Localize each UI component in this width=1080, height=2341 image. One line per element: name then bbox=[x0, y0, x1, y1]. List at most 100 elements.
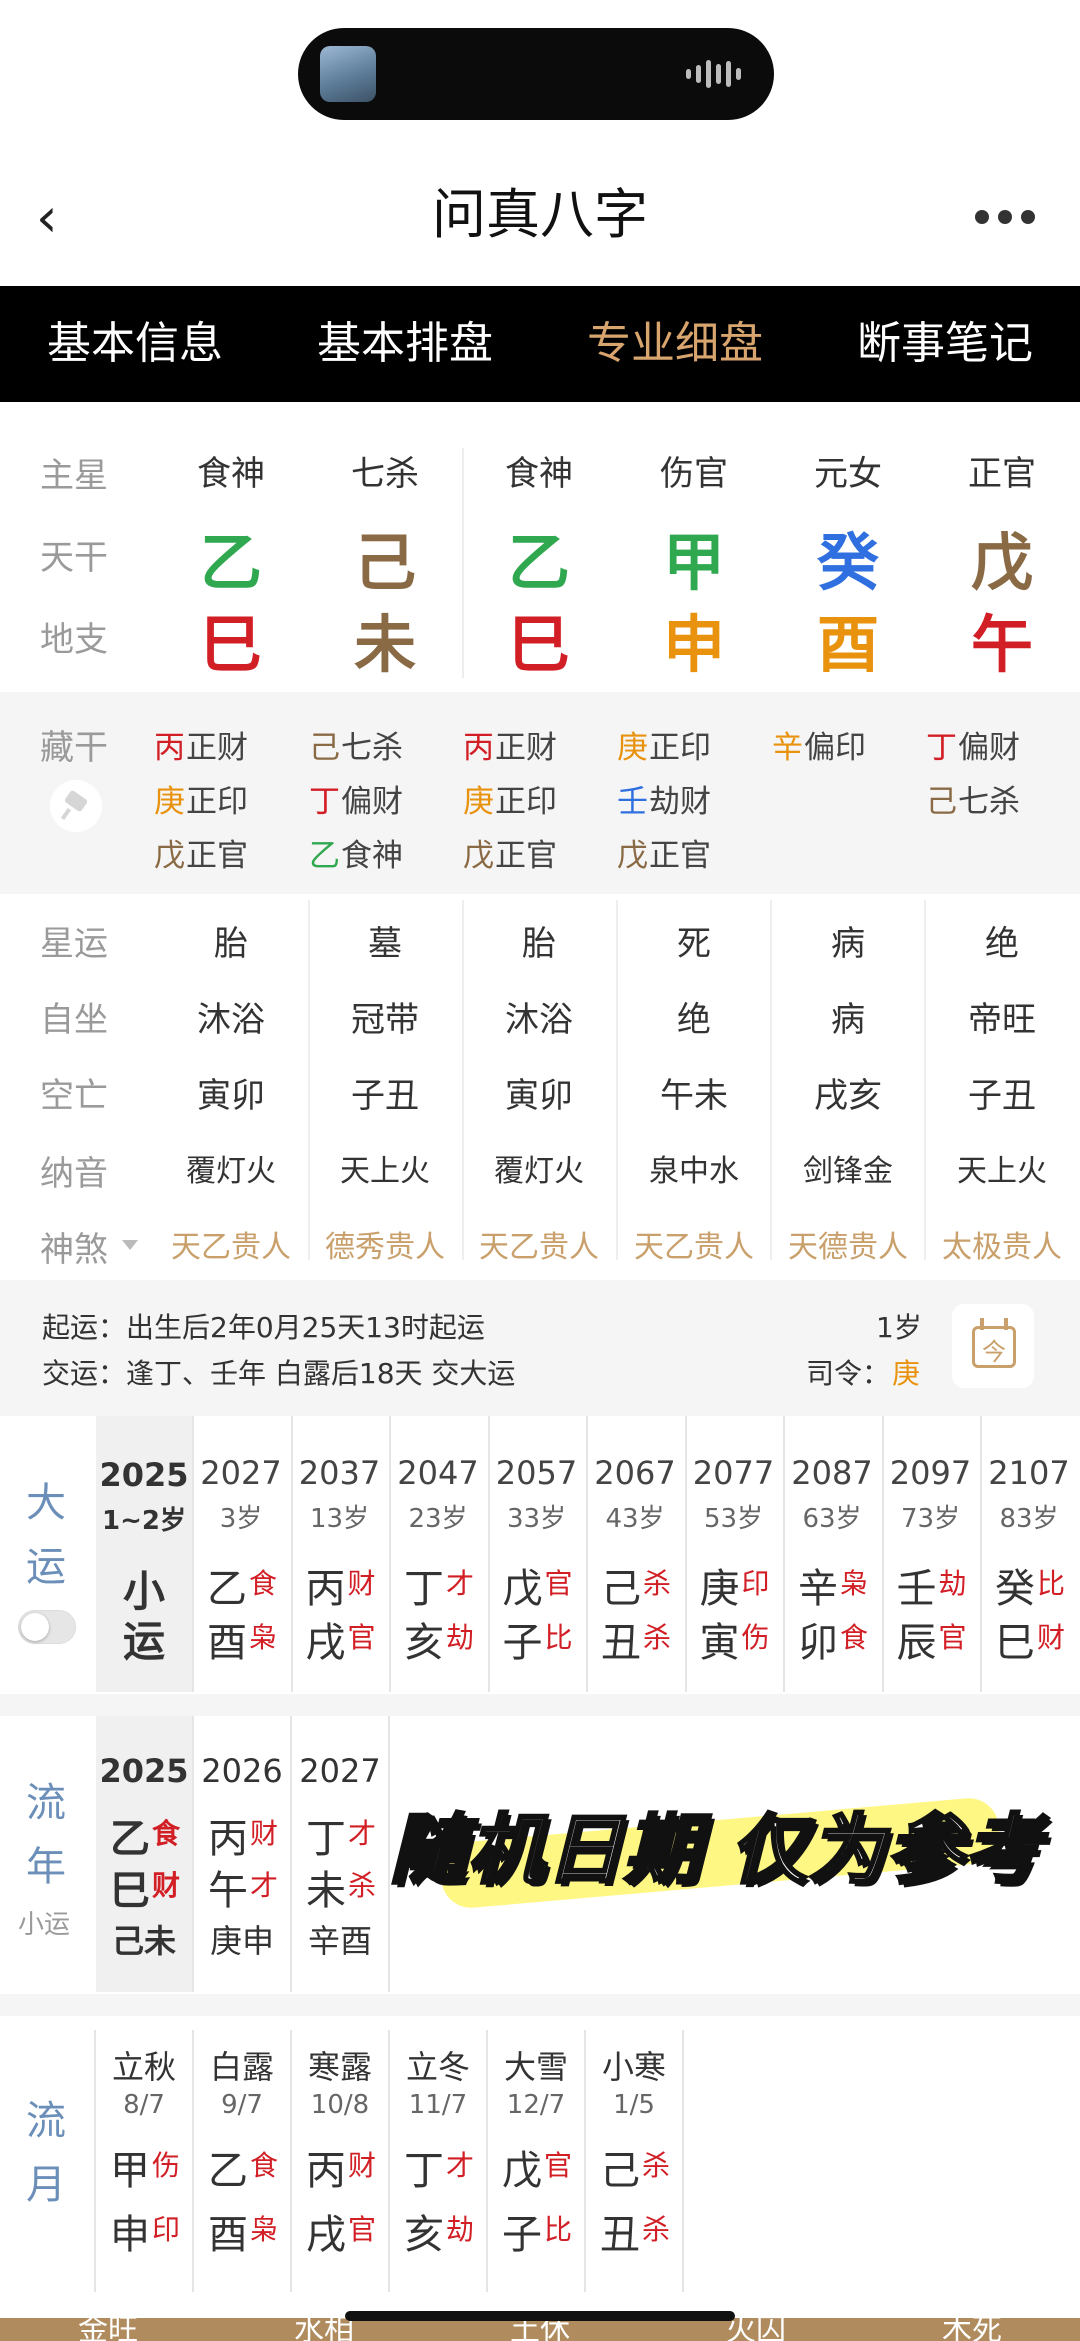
dayun-age: 23岁 bbox=[408, 1504, 468, 1534]
tiangan-char[interactable]: 乙 bbox=[200, 512, 262, 602]
canggan-god: 正印 bbox=[495, 784, 557, 820]
dayun-year[interactable]: 2047 bbox=[397, 1454, 478, 1492]
tab-bar: 基本信息 基本排盘 专业细盘 断事笔记 bbox=[0, 286, 1080, 402]
cell-divider bbox=[290, 2030, 292, 2292]
dizhi-char[interactable]: 午 bbox=[971, 594, 1033, 684]
liuyue-zhi-god: 比 bbox=[543, 2213, 573, 2246]
section-gap bbox=[0, 1994, 1080, 2016]
dayun-age: 53岁 bbox=[703, 1504, 764, 1534]
liuyue-term[interactable]: 立秋 bbox=[112, 2042, 176, 2088]
liuyue-date: 1/5 bbox=[613, 2090, 655, 2120]
wuxing-state: 水相 bbox=[294, 2318, 354, 2341]
xingyun-value: 死 bbox=[677, 924, 711, 964]
calendar-button[interactable]: 今 bbox=[952, 1304, 1034, 1388]
dayun-year[interactable]: 2077 bbox=[693, 1454, 774, 1492]
tab-basic-chart[interactable]: 基本排盘 bbox=[270, 286, 540, 402]
dizhi-char[interactable]: 巳 bbox=[508, 594, 570, 684]
canggan-god: 正官 bbox=[495, 838, 557, 874]
liunian-gan: 丁 bbox=[306, 1816, 346, 1862]
canggan-god: 偏印 bbox=[804, 730, 866, 766]
dayun-year[interactable]: 2037 bbox=[299, 1454, 380, 1492]
dayun-year[interactable]: 2097 bbox=[890, 1454, 971, 1492]
liuyue-zhi: 子 bbox=[502, 2212, 542, 2258]
dayun-age: 33岁 bbox=[506, 1504, 567, 1534]
cell-divider bbox=[682, 2030, 684, 2292]
liuyue-term[interactable]: 白露 bbox=[210, 2042, 274, 2088]
liunian-year[interactable]: 2025 bbox=[99, 1752, 188, 1790]
dayun-year[interactable]: 2057 bbox=[496, 1454, 577, 1492]
shensha-value[interactable]: 太极贵人 bbox=[942, 1222, 1062, 1266]
liunian-xiaoyun: 庚申 bbox=[209, 1922, 275, 1960]
tab-professional-chart[interactable]: 专业细盘 bbox=[540, 286, 810, 402]
liuyue-term[interactable]: 大雪 bbox=[504, 2042, 568, 2088]
dizhi-char[interactable]: 酉 bbox=[817, 594, 879, 684]
qiyun-age: 1岁 bbox=[876, 1311, 922, 1344]
liunian-year[interactable]: 2027 bbox=[299, 1752, 380, 1790]
tab-basic-info[interactable]: 基本信息 bbox=[0, 286, 270, 402]
dropdown-caret-icon[interactable] bbox=[122, 1240, 138, 1250]
dizhi-char[interactable]: 申 bbox=[663, 594, 725, 684]
main-star-value: 伤官 bbox=[660, 454, 728, 494]
liunian-year[interactable]: 2026 bbox=[201, 1752, 282, 1790]
dayun-gan: 壬 bbox=[896, 1566, 937, 1612]
xingyun-value: 胎 bbox=[214, 924, 248, 964]
tab-notes[interactable]: 断事笔记 bbox=[810, 286, 1080, 402]
dayun-zhi: 酉 bbox=[207, 1620, 247, 1666]
dizhi-char[interactable]: 巳 bbox=[200, 594, 262, 684]
shensha-label[interactable]: 神煞 bbox=[40, 1222, 108, 1271]
liuyue-term[interactable]: 立冬 bbox=[406, 2042, 470, 2088]
dayun-zhi-god: 枭 bbox=[248, 1621, 278, 1654]
dayun-gan-god: 才 bbox=[445, 1567, 475, 1600]
dayun-age: 43岁 bbox=[605, 1504, 665, 1534]
dayun-gan-god: 劫 bbox=[938, 1567, 967, 1600]
cell-divider bbox=[684, 1416, 687, 1692]
dayun-gan: 癸 bbox=[995, 1566, 1035, 1612]
liuyue-gan-god: 财 bbox=[347, 2149, 377, 2182]
dayun-zhi-god: 比 bbox=[544, 1621, 573, 1654]
dayun-first-year[interactable]: 2025 bbox=[99, 1456, 188, 1494]
shensha-value[interactable]: 天德贵人 bbox=[788, 1222, 908, 1266]
dayun-toggle[interactable] bbox=[18, 1610, 76, 1644]
liuyue-gan-god: 才 bbox=[445, 2149, 475, 2182]
canggan-stem: 戊 bbox=[463, 838, 494, 874]
dayun-year[interactable]: 2087 bbox=[791, 1454, 872, 1492]
kongwang-value: 戌亥 bbox=[814, 1076, 882, 1116]
tiangan-char[interactable]: 癸 bbox=[817, 512, 879, 602]
cell-divider bbox=[783, 1416, 785, 1692]
tiangan-char[interactable]: 己 bbox=[354, 512, 416, 602]
liuyue-term[interactable]: 寒露 bbox=[308, 2042, 372, 2088]
pin-icon[interactable] bbox=[50, 780, 102, 832]
dayun-year[interactable]: 2107 bbox=[988, 1454, 1069, 1492]
shensha-value[interactable]: 德秀贵人 bbox=[325, 1222, 445, 1266]
main-star-value: 食神 bbox=[197, 454, 265, 494]
canggan-god: 偏财 bbox=[958, 730, 1020, 766]
dayun-age: 63岁 bbox=[802, 1504, 862, 1534]
tiangan-label: 天干 bbox=[40, 538, 108, 578]
liuyue-zhi: 酉 bbox=[208, 2212, 248, 2258]
canggan-god: 正财 bbox=[186, 730, 248, 766]
nayin-label: 纳音 bbox=[40, 1154, 108, 1194]
tiangan-char[interactable]: 乙 bbox=[508, 512, 570, 602]
shensha-value[interactable]: 天乙贵人 bbox=[171, 1222, 291, 1266]
liuyue-term[interactable]: 小寒 bbox=[602, 2042, 666, 2088]
dayun-age: 13岁 bbox=[309, 1504, 370, 1534]
dayun-zhi-god: 官 bbox=[347, 1621, 376, 1654]
tiangan-char[interactable]: 甲 bbox=[663, 512, 725, 602]
more-icon[interactable] bbox=[975, 205, 1045, 229]
dayun-first-text-2: 运 bbox=[122, 1617, 166, 1666]
cell-divider bbox=[487, 1416, 490, 1692]
canggan-god: 正官 bbox=[649, 838, 711, 874]
liunian-gan-god: 才 bbox=[347, 1817, 377, 1850]
shensha-value[interactable]: 天乙贵人 bbox=[479, 1222, 599, 1266]
liuyue-zhi-god: 劫 bbox=[445, 2213, 475, 2246]
canggan-god: 正财 bbox=[495, 730, 557, 766]
wuxing-state: 金旺 bbox=[78, 2318, 138, 2341]
dizhi-char[interactable]: 未 bbox=[354, 594, 416, 684]
dayun-year[interactable]: 2067 bbox=[594, 1454, 675, 1492]
kongwang-label: 空亡 bbox=[40, 1076, 108, 1116]
tiangan-char[interactable]: 戊 bbox=[971, 512, 1033, 602]
shensha-value[interactable]: 天乙贵人 bbox=[634, 1222, 754, 1266]
column-divider bbox=[924, 900, 926, 1260]
liuyue-zhi: 戌 bbox=[306, 2212, 346, 2258]
dayun-year[interactable]: 2027 bbox=[200, 1454, 281, 1492]
